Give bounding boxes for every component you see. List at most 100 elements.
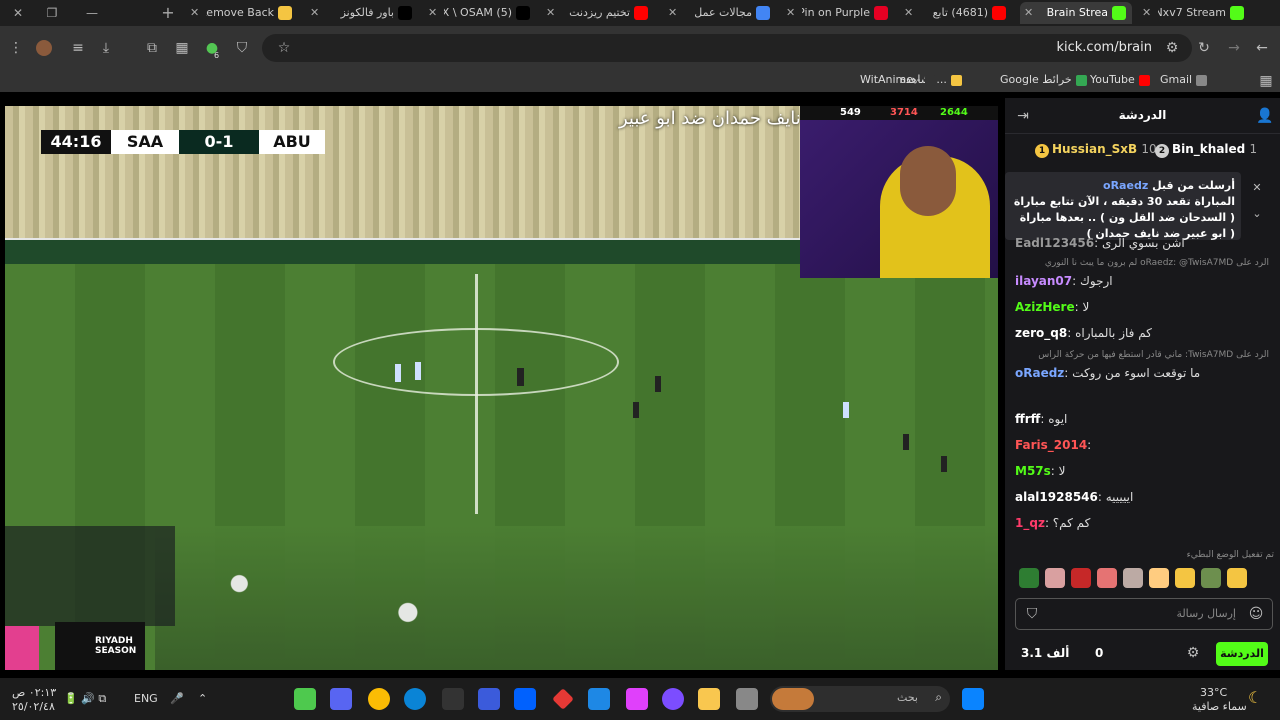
extension-badge-icon[interactable]: ● 6	[202, 38, 222, 60]
extension-icon[interactable]: ▦	[172, 38, 192, 58]
tab-close-icon[interactable]: ✕	[668, 2, 677, 24]
site-settings-icon[interactable]: ⚙	[1162, 38, 1182, 58]
tray-icons[interactable]: 🔋 🔊 ⧉	[64, 692, 106, 706]
bookmark-item[interactable]: Google خرائط	[1000, 73, 1087, 86]
tab-close-icon[interactable]: ✕	[786, 2, 795, 24]
emote-icon[interactable]	[1149, 568, 1169, 588]
chat-message[interactable]: Faris_2014:	[1015, 438, 1269, 452]
chat-username[interactable]: alal1928546	[1015, 490, 1098, 504]
tab-close-icon[interactable]: ✕	[546, 2, 555, 24]
chat-message[interactable]: 1_qz: كم كم؟	[1015, 516, 1269, 530]
chat-username[interactable]: Eadl123456	[1015, 236, 1094, 250]
tab-close-icon[interactable]: ✕	[428, 2, 437, 24]
browser-tab[interactable]: ✕ (5) X \ OSAM	[424, 2, 536, 24]
extensions-icon[interactable]: ⧉	[142, 38, 162, 58]
chrome-icon[interactable]	[368, 688, 390, 710]
copilot-icon[interactable]	[662, 688, 684, 710]
chat-input[interactable]: ⛉ إرسال رسالة ☺	[1015, 598, 1273, 630]
taskbar-search[interactable]: بحث ⌕	[770, 686, 950, 712]
chat-username[interactable]: AzizHere	[1015, 300, 1075, 314]
forward-icon[interactable]: →	[1224, 38, 1244, 58]
tab-close-icon[interactable]: ✕	[190, 2, 199, 24]
chat-username[interactable]: zero_q8	[1015, 326, 1067, 340]
emote-icon[interactable]	[1227, 568, 1247, 588]
dropbox-icon[interactable]	[514, 688, 536, 710]
tab-close-icon[interactable]: ✕	[1024, 2, 1033, 24]
chat-message[interactable]: ffrff: ايوه	[1015, 412, 1269, 426]
browser-tab[interactable]: ✕ (4681) تابع	[900, 2, 1012, 24]
apps-icon[interactable]: ▦	[1256, 71, 1276, 91]
menu-icon[interactable]: ⋮	[6, 38, 26, 58]
gifter-item[interactable]: 1 Hussian_SxB 10	[1035, 142, 1157, 158]
unpin-icon[interactable]: ✕	[1247, 178, 1267, 198]
address-bar[interactable]: ☆ kick.com/brain ⚙	[262, 34, 1192, 62]
emote-icon[interactable]	[1045, 568, 1065, 588]
tab-close-icon[interactable]: ✕	[904, 2, 913, 24]
app-icon[interactable]	[626, 688, 648, 710]
mail-icon[interactable]	[588, 688, 610, 710]
gifter-item[interactable]: 2 Bin_khaled 1	[1155, 142, 1257, 158]
chat-username[interactable]: ffrff	[1015, 412, 1040, 426]
chevron-down-icon[interactable]: ⌄	[1247, 204, 1267, 224]
chat-message[interactable]: Eadl123456: اشن بسوي الرى	[1015, 236, 1269, 250]
app-icon[interactable]	[294, 688, 316, 710]
users-icon[interactable]: 👤	[1255, 106, 1275, 126]
edge-icon[interactable]	[404, 688, 426, 710]
emote-icon[interactable]	[1175, 568, 1195, 588]
star-icon[interactable]: ☆	[274, 38, 294, 58]
pinned-message[interactable]: أرسلت من قبل oRaedz المباراة تقعد 30 دقي…	[1005, 172, 1241, 240]
folder-icon[interactable]	[698, 688, 720, 710]
chat-message[interactable]: AzizHere: لا	[1015, 300, 1269, 314]
epic-games-icon[interactable]	[442, 688, 464, 710]
tab-close-icon[interactable]: ✕	[1142, 2, 1151, 24]
browser-tab[interactable]: ✕ باور فالكونز	[306, 2, 418, 24]
settings-gear-icon[interactable]: ⚙	[1183, 643, 1203, 663]
chat-username[interactable]: oRaedz	[1015, 366, 1064, 380]
chat-message[interactable]: zero_q8: كم فاز بالمباراه	[1015, 326, 1269, 340]
chat-username[interactable]: M57s	[1015, 464, 1051, 478]
emote-icon[interactable]	[1201, 568, 1221, 588]
emote-icon[interactable]	[1071, 568, 1091, 588]
chat-message[interactable]: alal1928546: ايييييه	[1015, 490, 1269, 504]
chat-message[interactable]: oRaedz: ما توقعت اسوء من روكت	[1015, 366, 1269, 380]
video-player[interactable]: نايف حمدان ضد ابو عبير 44:16 SAA 0-1 ABU…	[5, 106, 998, 670]
bookmark-item[interactable]: YouTube	[1090, 73, 1150, 86]
windows-start-icon[interactable]	[962, 688, 984, 710]
new-tab-icon[interactable]: +	[156, 4, 180, 22]
taskview-icon[interactable]	[736, 688, 758, 710]
emoji-icon[interactable]: ☺	[1246, 604, 1266, 624]
tab-close-icon[interactable]: ✕	[310, 2, 319, 24]
restore-window-icon[interactable]: ❐	[40, 4, 64, 22]
shield-icon[interactable]: ⛉	[1022, 604, 1042, 624]
browser-tab[interactable]: ✕ تختيم ريزدنت	[542, 2, 654, 24]
reload-icon[interactable]: ↻	[1194, 38, 1214, 58]
language-indicator[interactable]: ENG	[134, 692, 158, 705]
browser-tab[interactable]: ✕ Pin on Purple	[782, 2, 894, 24]
browser-tab[interactable]: ✕ Nxv7 Stream	[1138, 2, 1250, 24]
shield-icon[interactable]: ⛉	[232, 38, 252, 58]
download-icon[interactable]: ⤓	[96, 38, 116, 58]
minimize-window-icon[interactable]: —	[80, 4, 104, 22]
browser-tab[interactable]: ✕ مجالات عمل	[664, 2, 776, 24]
bookmark-item[interactable]: WitAnime -	[860, 73, 936, 86]
chat-username[interactable]: Faris_2014	[1015, 438, 1087, 452]
profile-avatar[interactable]	[36, 40, 52, 56]
chat-username[interactable]: 1_qz	[1015, 516, 1045, 530]
microphone-icon[interactable]: 🎤	[170, 692, 184, 705]
emote-icon[interactable]	[1097, 568, 1117, 588]
media-icon[interactable]: ≡	[68, 38, 88, 58]
send-chat-button[interactable]: الدردشة	[1216, 642, 1268, 666]
back-icon[interactable]: ←	[1252, 38, 1272, 58]
emote-icon[interactable]	[1019, 568, 1039, 588]
chat-message[interactable]: M57s: لا	[1015, 464, 1269, 478]
app-icon[interactable]	[478, 688, 500, 710]
chat-username[interactable]: ilayan07	[1015, 274, 1072, 288]
bookmark-item[interactable]: Gmail	[1160, 73, 1208, 86]
discord-icon[interactable]	[330, 688, 352, 710]
app-icon[interactable]	[552, 688, 574, 710]
chat-message[interactable]: ilayan07: ارجوك	[1015, 274, 1269, 288]
browser-tab[interactable]: ✕ Brain Strea	[1020, 2, 1132, 24]
chevron-up-icon[interactable]: ⌃	[198, 692, 207, 705]
close-window-icon[interactable]: ✕	[6, 4, 30, 22]
browser-tab[interactable]: ✕ Remove Back	[186, 2, 298, 24]
